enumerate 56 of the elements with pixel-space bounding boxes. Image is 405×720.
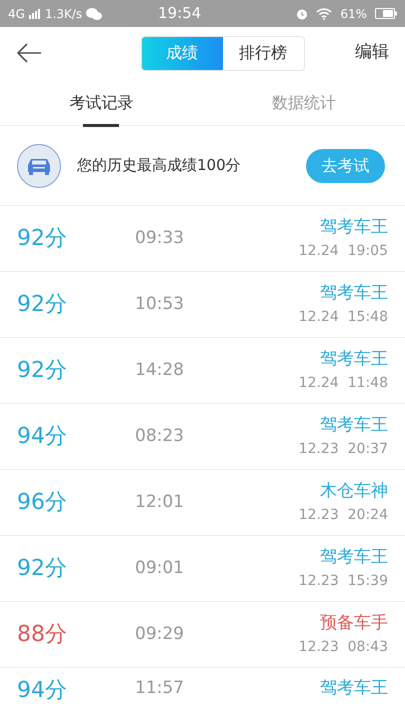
record-row[interactable]: 88分 09:29 预备车手 12.23 08:43 bbox=[0, 602, 405, 668]
car-icon bbox=[17, 144, 61, 188]
network-label: 4G bbox=[8, 6, 25, 22]
tab[interactable]: 考试记录 bbox=[0, 79, 202, 126]
record-row[interactable]: 92分 09:01 驾考车王 12.23 15:39 bbox=[0, 536, 405, 602]
segment-tab[interactable]: 成绩 bbox=[142, 36, 222, 70]
start-exam-button[interactable]: 去考试 bbox=[306, 148, 385, 182]
record-date: 12.24 15:48 bbox=[298, 308, 388, 327]
battery-icon bbox=[375, 8, 397, 19]
record-date: 12.24 19:05 bbox=[298, 242, 388, 261]
rank-title: 驾考车王 bbox=[320, 282, 388, 306]
duration: 12:01 bbox=[135, 490, 185, 514]
clock: 19:54 bbox=[158, 3, 202, 24]
record-row[interactable]: 94分 08:23 驾考车王 12.23 20:37 bbox=[0, 404, 405, 470]
best-score-text: 您的历史最高成绩100分 bbox=[77, 155, 242, 176]
chat-icon bbox=[86, 8, 102, 20]
rank-title: 木仓车神 bbox=[320, 480, 388, 504]
rank-title: 驾考车王 bbox=[320, 414, 388, 438]
tab[interactable]: 数据统计 bbox=[202, 79, 405, 126]
record-date: 12.23 08:43 bbox=[298, 638, 388, 657]
network-speed: 1.3K/s bbox=[44, 6, 82, 22]
rank-title: 驾考车王 bbox=[320, 546, 388, 570]
record-row[interactable]: 92分 09:33 驾考车王 12.24 19:05 bbox=[0, 206, 405, 272]
alarm-icon bbox=[296, 8, 308, 20]
record-date: 12.23 20:37 bbox=[298, 440, 388, 459]
score: 94分 bbox=[17, 678, 68, 704]
score: 94分 bbox=[17, 423, 68, 451]
record-date: 12.23 20:24 bbox=[298, 506, 388, 525]
duration: 14:28 bbox=[135, 358, 185, 382]
edit-button[interactable]: 编辑 bbox=[355, 40, 389, 66]
battery-percent: 61% bbox=[340, 6, 367, 22]
rank-title: 驾考车王 bbox=[320, 348, 388, 372]
record-row[interactable]: 92分 10:53 驾考车王 12.24 15:48 bbox=[0, 272, 405, 338]
duration: 10:53 bbox=[135, 292, 185, 316]
rank-title: 预备车手 bbox=[320, 612, 388, 636]
score: 88分 bbox=[17, 621, 68, 649]
duration: 11:57 bbox=[135, 678, 185, 698]
duration: 08:23 bbox=[135, 424, 185, 448]
duration: 09:01 bbox=[135, 556, 185, 580]
record-date: 12.24 11:48 bbox=[298, 374, 388, 393]
rank-title: 驾考车王 bbox=[320, 216, 388, 240]
record-row[interactable]: 94分 11:57 驾考车王 bbox=[0, 668, 405, 718]
back-icon[interactable] bbox=[16, 43, 42, 63]
score: 92分 bbox=[17, 357, 68, 385]
record-row[interactable]: 92分 14:28 驾考车王 12.24 11:48 bbox=[0, 338, 405, 404]
score: 92分 bbox=[17, 225, 68, 253]
score: 96分 bbox=[17, 489, 68, 517]
duration: 09:33 bbox=[135, 226, 185, 250]
rank-title: 驾考车王 bbox=[320, 678, 388, 698]
wifi-icon bbox=[316, 8, 332, 20]
record-date: 12.23 15:39 bbox=[298, 572, 388, 591]
score: 92分 bbox=[17, 555, 68, 583]
record-row[interactable]: 96分 12:01 木仓车神 12.23 20:24 bbox=[0, 470, 405, 536]
score: 92分 bbox=[17, 291, 68, 319]
signal-icon bbox=[28, 8, 41, 18]
duration: 09:29 bbox=[135, 622, 185, 646]
